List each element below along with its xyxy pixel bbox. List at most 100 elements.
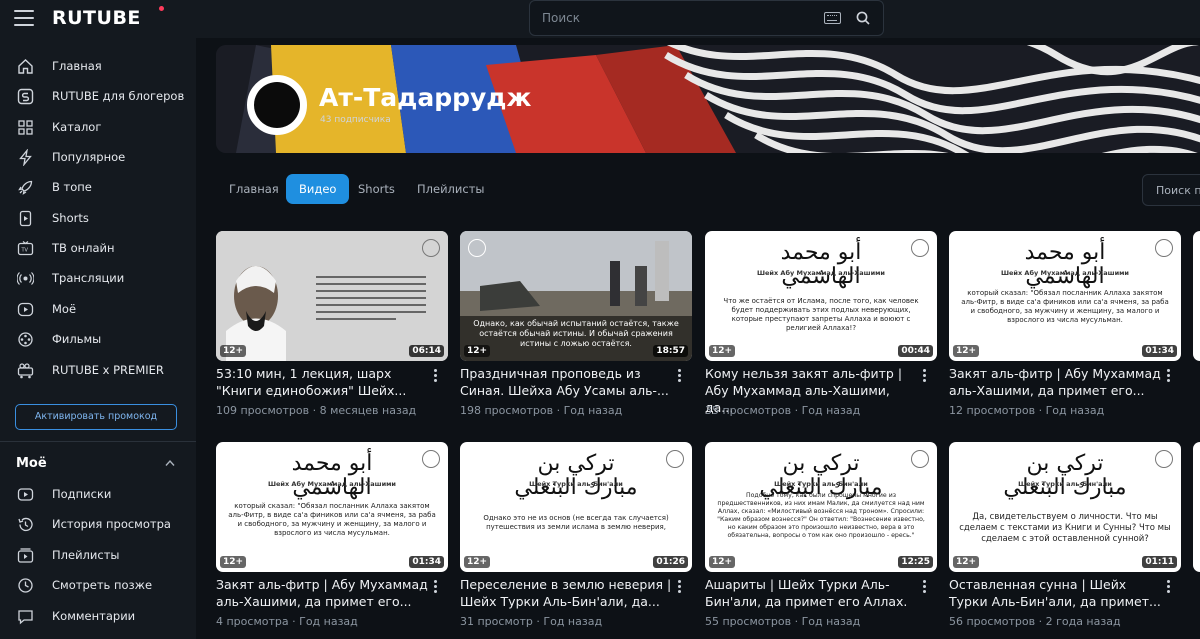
sidebar-item-popular[interactable]: Популярное [0,142,196,172]
sidebar-item-playlists[interactable]: Плейлисты [0,540,196,570]
tv-icon: TV [17,241,34,256]
watermark-logo-icon [911,239,929,257]
video-meta: 55 просмотров · Год назад [705,615,861,628]
video-title[interactable]: Ашариты | Шейх Турки Аль-Бин'али, да при… [705,576,917,610]
video-thumbnail[interactable] [1193,442,1200,572]
view-count: 12 просмотров [949,404,1036,417]
sidebar-item-broadcasts[interactable]: Трансляции [0,263,196,293]
video-card[interactable]: Однако, как обычай испытаний остаётся, т… [460,231,692,427]
watermark-logo-icon [1155,239,1173,257]
sidebar-item-comments[interactable]: Комментарии [0,601,196,631]
channel-banner: Ат-Тадаррудж 43 подписчика [216,45,1200,153]
video-title[interactable]: Закят аль-фитр | Абу Мухаммад аль-Хашими… [216,576,428,610]
search-input[interactable]: Поиск [529,0,884,36]
video-card-partial[interactable] [1193,442,1200,638]
sidebar-item-subscriptions[interactable]: Подписки [0,479,196,509]
activate-promo-button[interactable]: Активировать промокод [15,404,177,430]
rutube-s-icon [17,88,34,105]
upload-date: Год назад [543,615,603,628]
age-rating-badge: 12+ [220,556,247,568]
video-card[interactable]: أبو محمد الهاشمي Шейх Абу Мухаммад аль-Х… [949,231,1181,427]
video-meta: 56 просмотров · 2 года назад [949,615,1121,628]
video-title[interactable]: Оставленная сунна | Шейх Турки Аль-Бин'а… [949,576,1161,610]
video-thumbnail[interactable] [1193,231,1200,361]
clock-icon [18,578,33,593]
more-options-icon[interactable] [1167,580,1171,594]
video-card[interactable]: تركي بن مبارك البنعلي Шейх Турки аль-Бин… [705,442,937,638]
channel-search-input[interactable]: Поиск по [1142,174,1200,206]
video-title[interactable]: Переселение в землю неверия | Шейх Турки… [460,576,672,610]
video-thumbnail[interactable]: تركي بن مبارك البنعلي Шейх Турки аль-Бин… [460,442,692,572]
thumbnail-subtitle: Шейх Абу Мухаммад аль-Хашими [756,269,885,277]
thumbnail-arabic-title: تركي بن مبارك البنعلي [1003,451,1127,500]
more-options-icon[interactable] [923,369,927,383]
upload-date: Год назад [299,615,358,628]
rutube-logo[interactable]: RUTUBE [52,7,141,29]
tab-home[interactable]: Главная [229,174,279,204]
sidebar-item-shorts[interactable]: Shorts [0,203,196,233]
video-meta: 35 просмотров · Год назад [705,404,861,417]
sidebar-item-tv[interactable]: TV ТВ онлайн [0,233,196,263]
more-options-icon[interactable] [923,580,927,594]
history-icon [18,517,33,532]
sidebar-item-films[interactable]: Фильмы [0,324,196,354]
thumbnail-caption: который сказал: "Обязал посланник Аллаха… [961,289,1169,324]
sidebar-item-home[interactable]: Главная [0,51,196,81]
duration-badge: 01:26 [653,556,688,568]
video-card[interactable]: أبو محمد الهاشمي Шейх Абу Мухаммад аль-Х… [216,442,448,638]
video-thumbnail[interactable]: Однако, как обычай испытаний остаётся, т… [460,231,692,361]
age-rating-badge: 12+ [953,556,980,568]
more-options-icon[interactable] [678,580,682,594]
playlist-icon [17,548,34,563]
tab-video[interactable]: Видео [286,174,350,204]
search-icon[interactable] [856,11,870,25]
sidebar-item-catalog[interactable]: Каталог [0,112,196,142]
video-card[interactable]: 12+ 06:14 53:10 мин, 1 лекция, шарх "Кни… [216,231,448,427]
menu-icon[interactable] [14,10,34,26]
more-options-icon[interactable] [1167,369,1171,383]
watermark-logo-icon [422,450,440,468]
chevron-up-icon[interactable] [165,459,175,467]
channel-avatar[interactable] [247,75,307,135]
channel-title: Ат-Тадаррудж [319,83,532,112]
my-icon [17,302,34,317]
sidebar-item-bloggers[interactable]: RUTUBE для блогеров [0,81,196,111]
video-meta: 109 просмотров · 8 месяцев назад [216,404,417,417]
sidebar-item-label: RUTUBE x PREMIER [52,363,164,377]
video-meta: 31 просмотр · Год назад [460,615,603,628]
duration-badge: 01:11 [1142,556,1177,568]
video-card[interactable]: تركي بن مبارك البنعلي Шейх Турки аль-Бин… [949,442,1181,638]
video-card-partial[interactable] [1193,231,1200,427]
duration-badge: 12:25 [898,556,933,568]
video-card[interactable]: أبو محمد الهاشمي Шейх Абу Мухаммад аль-Х… [705,231,937,427]
sidebar-item-premier[interactable]: RUTUBE x PREMIER [0,355,196,385]
video-title[interactable]: Закят аль-фитр | Абу Мухаммад аль-Хашими… [949,365,1161,399]
rocket-icon [18,180,33,195]
video-thumbnail[interactable]: تركي بن مبارك البنعلي Шейх Турки аль-Бин… [949,442,1181,572]
watermark-logo-icon [911,450,929,468]
avatar-logo-icon [254,82,300,128]
more-options-icon[interactable] [678,369,682,383]
keyboard-icon[interactable] [824,12,841,24]
sidebar-item-history[interactable]: История просмотра [0,509,196,539]
video-thumbnail[interactable]: أبو محمد الهاشمي Шейх Абу Мухаммад аль-Х… [216,442,448,572]
more-options-icon[interactable] [434,580,438,594]
sidebar-item-watch-later[interactable]: Смотреть позже [0,570,196,600]
video-title[interactable]: 53:10 мин, 1 лекция, шарх "Книги единобо… [216,365,428,399]
video-thumbnail[interactable]: أبو محمد الهاشمي Шейх Абу Мухаммад аль-Х… [705,231,937,361]
tab-shorts[interactable]: Shorts [358,174,395,204]
more-options-icon[interactable] [434,369,438,383]
tab-playlists[interactable]: Плейлисты [417,174,484,204]
sidebar-item-label: Главная [52,59,102,73]
video-title[interactable]: Праздничная проповедь из Синая. Шейха Аб… [460,365,672,399]
sidebar-item-top[interactable]: В топе [0,172,196,202]
video-thumbnail[interactable]: 12+ 06:14 [216,231,448,361]
video-thumbnail[interactable]: تركي بن مبارك البنعلي Шейх Турки аль-Бин… [705,442,937,572]
sidebar-item-my[interactable]: Моё [0,294,196,324]
age-rating-badge: 12+ [464,556,491,568]
lightning-icon [19,149,32,166]
video-card[interactable]: تركي بن مبارك البنعلي Шейх Турки аль-Бин… [460,442,692,638]
video-thumbnail[interactable]: أبو محمد الهاشمي Шейх Абу Мухаммад аль-Х… [949,231,1181,361]
watermark-logo-icon [468,239,486,257]
subscriber-count: 43 подписчика [320,115,391,125]
